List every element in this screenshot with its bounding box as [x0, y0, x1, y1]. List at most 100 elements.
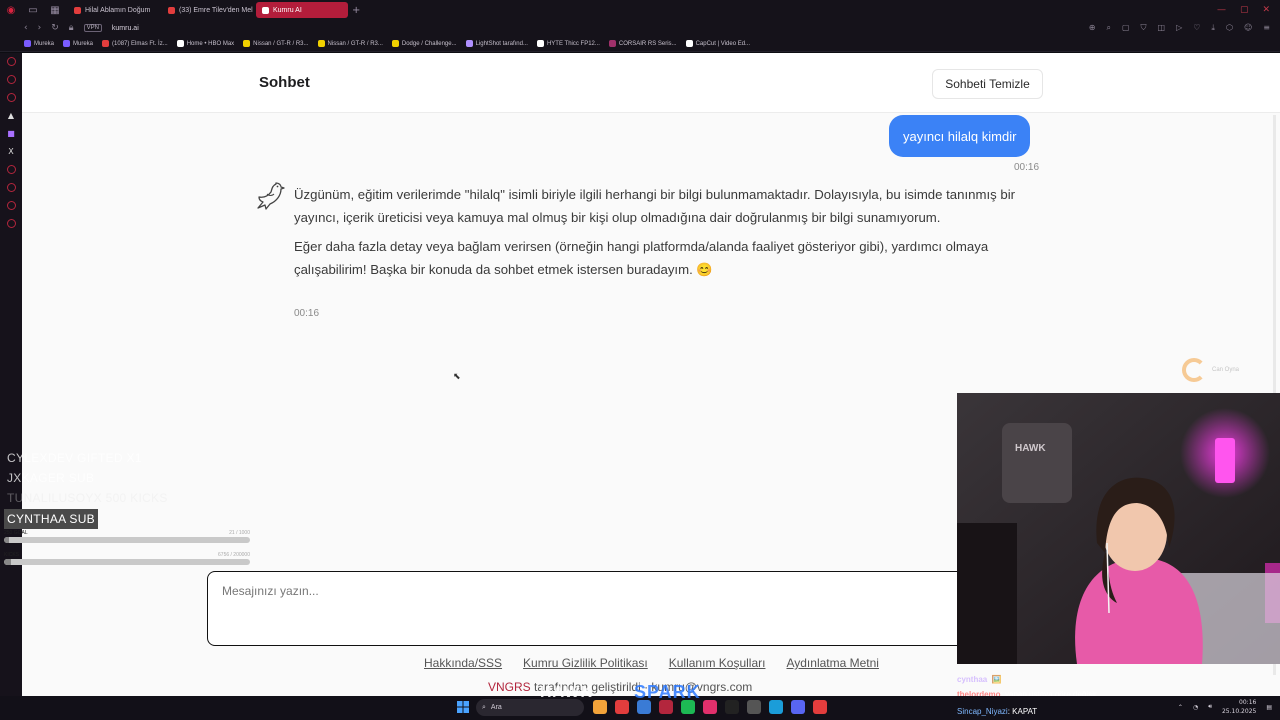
bookmark-item[interactable]: Nissan / GT-R / R3...	[243, 40, 309, 47]
stream-event: TUNALILUSOYX 500 KICKS	[7, 491, 168, 505]
favorite-icon[interactable]: ♡	[1193, 23, 1200, 33]
bookmark-label: (1087) Elmas Ft. İz...	[112, 40, 168, 47]
sidebar-settings-icon[interactable]	[6, 219, 16, 228]
logo-ring-icon	[1182, 358, 1206, 382]
bookmark-item[interactable]: CapCut | Video Ed...	[685, 40, 751, 47]
adblock-icon[interactable]: ⛉	[1141, 23, 1147, 33]
bookmark-favicon	[608, 40, 616, 47]
bookmark-favicon	[243, 40, 251, 47]
workspaces-icon[interactable]: ▦	[44, 0, 66, 20]
bookmark-label: CapCut | Video Ed...	[695, 40, 751, 47]
tab-2-active[interactable]: Kumru AI	[256, 2, 348, 18]
taskbar-app-icon[interactable]	[703, 700, 717, 714]
sidebar-history-icon[interactable]	[6, 165, 16, 174]
bookmarks-bar: Mureka Mureka (1087) Elmas Ft. İz... Home •…	[0, 36, 1280, 52]
youtube-icon	[168, 6, 175, 14]
taskbar-search-label: Ara	[490, 704, 502, 711]
search-icon[interactable]: ⌕	[1106, 23, 1110, 33]
address-bar-actions: ⊕ ⌕ ▢ ⛉ ◫ ▷ ♡ ⤓ ⬡ ☺ ≡	[1089, 23, 1280, 33]
stream-logo: Can Oyna	[1182, 358, 1239, 382]
clear-chat-button[interactable]: Sohbeti Temizle	[932, 69, 1043, 99]
tab-0[interactable]: Hilal Ablamın Doğum	[68, 2, 160, 18]
goal-progress-bar	[4, 537, 250, 543]
sidebar-bookmarks-icon[interactable]	[6, 183, 16, 192]
download-icon[interactable]: ⤓	[1211, 23, 1215, 33]
sidebar-x-icon[interactable]: X	[7, 147, 16, 156]
bookmark-item[interactable]: HYTE Thicc FP12...	[536, 40, 600, 47]
taskbar-app-icon[interactable]	[747, 700, 761, 714]
bookmark-favicon	[63, 40, 71, 47]
tab-label: Kumru AI	[273, 6, 302, 14]
bookmark-label: Dodge / Challenge...	[401, 40, 457, 47]
taskbar-app-icon[interactable]	[769, 700, 783, 714]
maximize-icon[interactable]: ▢	[1240, 5, 1249, 15]
taskbar-apps	[593, 700, 827, 714]
browser-menu-icon[interactable]: ◉	[0, 0, 22, 20]
back-icon[interactable]: ‹	[24, 23, 28, 33]
taskbar-app-icon[interactable]	[615, 700, 629, 714]
bookmark-item[interactable]: CORSAIR RS Seris...	[608, 40, 677, 47]
menu-icon[interactable]: ≡	[1263, 23, 1270, 33]
message-input[interactable]	[222, 584, 922, 634]
bookmark-item[interactable]: (1087) Elmas Ft. İz...	[102, 40, 168, 47]
tab-1[interactable]: (33) Emre Tilev'den Mel	[162, 2, 254, 18]
sidebar-twitch-icon[interactable]: ■	[7, 129, 16, 138]
bookmark-item[interactable]: Mureka	[63, 40, 93, 47]
sidebar-whatsapp-icon[interactable]	[6, 93, 16, 102]
bookmark-item[interactable]: Dodge / Challenge...	[391, 40, 457, 47]
sidebar-music-icon[interactable]	[6, 201, 16, 210]
user-message-time: 00:16	[1014, 162, 1040, 173]
taskbar-app-icon[interactable]	[725, 700, 739, 714]
bookmark-item[interactable]: Nissan / GT-R / R3...	[317, 40, 383, 47]
bookmark-label: Mureka	[34, 40, 55, 47]
bookmark-label: Nissan / GT-R / R3...	[253, 40, 309, 47]
footer-link-about[interactable]: Hakkında/SSS	[424, 656, 502, 670]
footer-link-terms[interactable]: Kullanım Koşulları	[669, 656, 766, 670]
extensions-icon[interactable]: ⬡	[1226, 23, 1233, 33]
close-icon[interactable]: ✕	[1262, 5, 1270, 15]
footer-note: VNGRS tarafından geliştirildi · kumru@vn…	[488, 680, 752, 694]
forward-icon[interactable]: ›	[38, 23, 42, 33]
zoom-icon[interactable]: ⊕	[1089, 23, 1096, 33]
bookmark-label: Mureka	[73, 40, 94, 47]
sponsor-logo-left: HAWK	[540, 684, 593, 701]
taskbar-app-icon[interactable]	[791, 700, 805, 714]
profile-icon[interactable]: ☺	[1244, 23, 1252, 33]
search-icon: ⌕	[482, 703, 486, 711]
url-field[interactable]: kumru.ai	[112, 25, 139, 32]
bookmark-item[interactable]: Home • HBO Max	[176, 40, 234, 47]
player-icon[interactable]: ▷	[1176, 23, 1182, 33]
footer-link-disclosure[interactable]: Aydınlatma Metni	[786, 656, 879, 670]
stream-chat-3: Sincap_Niyazi: KAPAT	[957, 704, 1280, 719]
wallet-icon[interactable]: ◫	[1158, 23, 1166, 33]
bookmark-favicon	[24, 40, 31, 47]
goal-label: 250 GOAL	[4, 530, 28, 536]
sidebar-kick-icon[interactable]: ▲	[7, 111, 16, 120]
chat-line: Sincap_Niyazi: KAPAT	[957, 704, 1280, 719]
taskbar-app-icon[interactable]	[813, 700, 827, 714]
logo-text: Can Oyna	[1212, 367, 1240, 373]
snapshot-icon[interactable]: ▢	[1122, 23, 1130, 33]
bookmark-item[interactable]: Mureka	[24, 40, 54, 47]
sidebar-messenger-icon[interactable]	[6, 75, 16, 84]
bookmark-favicon	[536, 40, 544, 47]
webcam-feed: HAWK	[957, 393, 1280, 664]
tab-list-icon[interactable]: ▭	[22, 0, 44, 20]
minimize-icon[interactable]: —	[1217, 5, 1226, 15]
windows-start-icon[interactable]	[457, 701, 469, 713]
vpn-badge[interactable]: VPN	[83, 24, 102, 32]
reload-icon[interactable]: ↻	[51, 23, 59, 33]
assistant-message-time: 00:16	[294, 308, 320, 319]
bookmark-label: HYTE Thicc FP12...	[546, 40, 600, 47]
footer-link-privacy[interactable]: Kumru Gizlilik Politikası	[523, 656, 648, 670]
bookmark-favicon	[176, 40, 184, 47]
chat-text: : KAPAT	[1007, 707, 1038, 716]
taskbar-app-icon[interactable]	[593, 700, 607, 714]
tab-favicon	[74, 6, 81, 14]
bookmark-item[interactable]: LightShot tarafınd...	[465, 40, 528, 47]
sidebar-aria-icon[interactable]	[6, 57, 16, 66]
tab-label: Hilal Ablamın Doğum	[85, 6, 151, 14]
goal-progress-fill	[4, 537, 9, 543]
vngrs-link[interactable]: VNGRS	[488, 680, 531, 694]
new-tab-icon[interactable]: +	[352, 5, 360, 16]
